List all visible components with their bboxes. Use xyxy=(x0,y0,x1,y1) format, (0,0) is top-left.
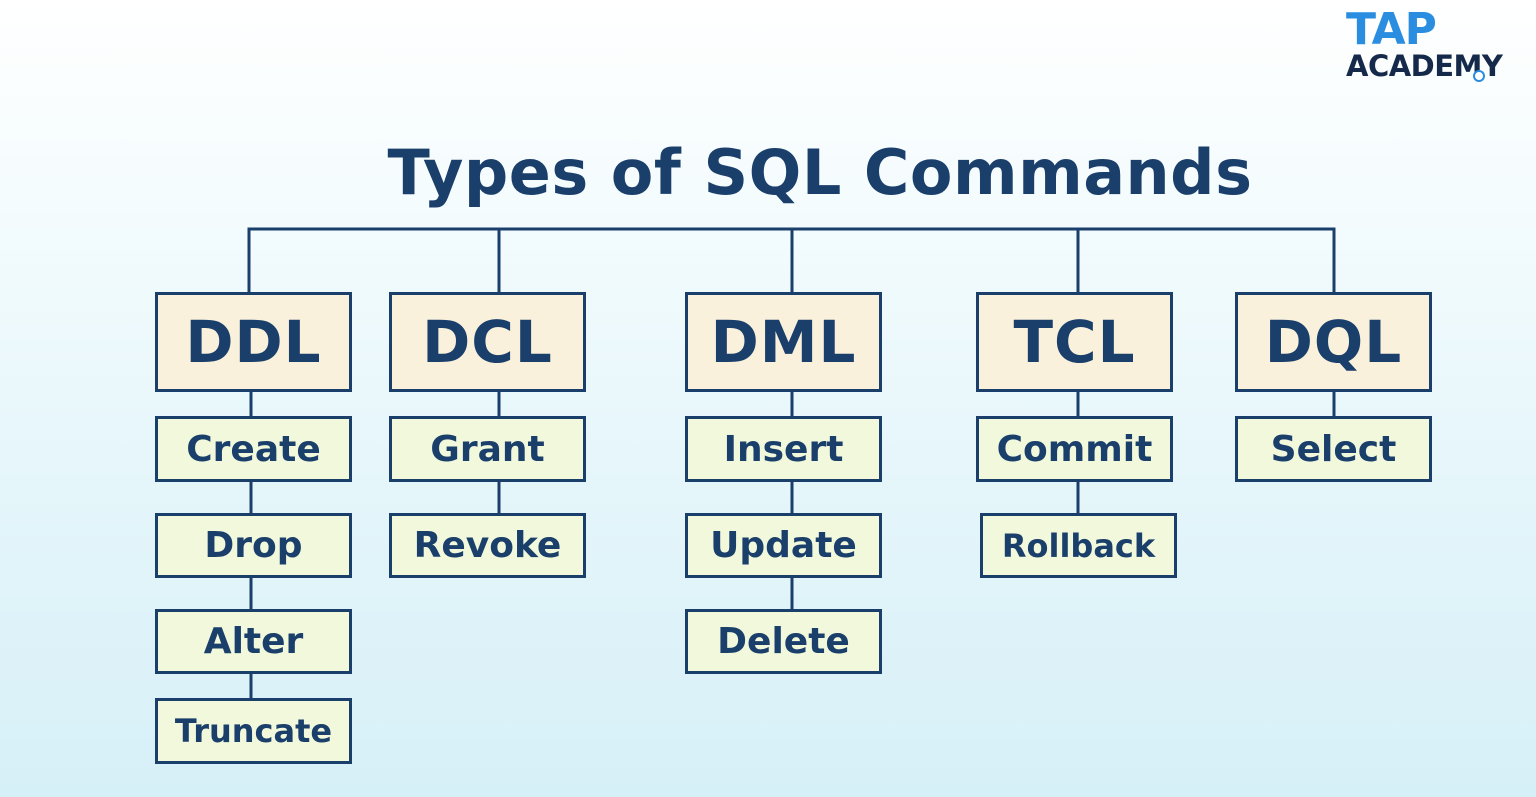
command-update: Update xyxy=(685,513,882,578)
command-revoke: Revoke xyxy=(389,513,586,578)
command-drop: Drop xyxy=(155,513,352,578)
diagram-title: Types of SQL Commands xyxy=(387,136,1253,209)
command-alter: Alter xyxy=(155,609,352,674)
command-create: Create xyxy=(155,416,352,482)
command-truncate: Truncate xyxy=(155,698,352,764)
sql-commands-diagram: Types of SQL Commands TAP ACADEMY DDL Cr… xyxy=(0,0,1536,797)
logo-circuit-dot-icon xyxy=(1473,70,1485,82)
category-dcl: DCL xyxy=(389,292,586,392)
logo-line-1: TAP xyxy=(1346,4,1437,55)
category-ddl: DDL xyxy=(155,292,352,392)
command-select: Select xyxy=(1235,416,1432,482)
command-delete: Delete xyxy=(685,609,882,674)
command-grant: Grant xyxy=(389,416,586,482)
command-rollback: Rollback xyxy=(980,513,1177,578)
category-dql: DQL xyxy=(1235,292,1432,392)
connector-lines xyxy=(247,227,1336,700)
command-insert: Insert xyxy=(685,416,882,482)
category-dml: DML xyxy=(685,292,882,392)
tap-academy-logo: TAP ACADEMY xyxy=(1344,6,1530,84)
command-commit: Commit xyxy=(976,416,1173,482)
category-tcl: TCL xyxy=(976,292,1173,392)
